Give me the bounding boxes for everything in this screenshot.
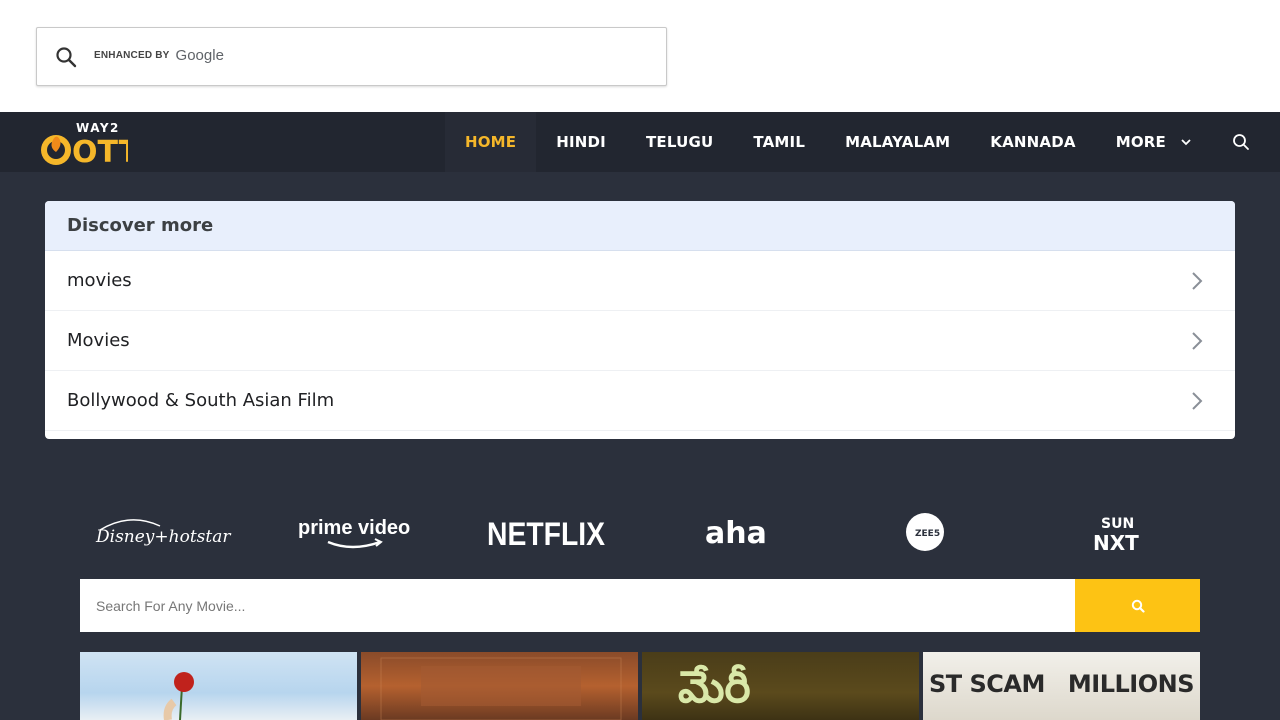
nav-label: HOME	[464, 133, 517, 151]
nav-item-telugu[interactable]: TELUGU	[626, 112, 733, 172]
nav-item-home[interactable]: HOME	[444, 112, 537, 172]
nav-item-hindi[interactable]: HINDI	[536, 112, 626, 172]
nav-label: HINDI	[556, 133, 606, 151]
chevron-right-icon	[1192, 331, 1203, 350]
main-navbar: WAY2 OTT HOME HINDI TELUGU TAMIL MALAYAL…	[0, 112, 1280, 172]
poster-headline: ST SCAM MILLIONS	[923, 670, 1200, 698]
discover-more-panel: Discover more movies Movies Bollywood & …	[45, 201, 1235, 439]
top-search-strip: ENHANCED BY Google	[0, 0, 1280, 112]
ott-platform-logos: Disney+hotstar prime video NETFLIX aha Z…	[70, 500, 1210, 564]
movie-poster[interactable]: మేరీ	[642, 652, 919, 720]
chevron-right-icon	[1192, 271, 1203, 290]
discover-more-title: Discover more	[45, 201, 1235, 251]
enhanced-by-google: ENHANCED BY Google	[94, 47, 224, 64]
poster-headline-right: MILLIONS	[1067, 670, 1195, 698]
aha-logo[interactable]: aha	[640, 500, 830, 564]
nav-search-button[interactable]	[1212, 112, 1270, 172]
zee5-logo[interactable]: ZEE5	[830, 500, 1020, 564]
aha-text: aha	[705, 516, 767, 551]
sun-text: SUN	[1101, 516, 1134, 532]
discover-item-label: movies	[67, 270, 132, 291]
netflix-logo[interactable]: NETFLIX	[450, 500, 640, 564]
netflix-text: NETFLIX	[487, 516, 606, 552]
discover-item[interactable]: movies	[45, 251, 1235, 311]
nav-label: MORE	[1115, 133, 1166, 151]
search-icon	[1131, 599, 1145, 613]
logo-big-text: OTT	[72, 135, 128, 166]
movie-search-bar	[80, 579, 1200, 632]
nav-label: TELUGU	[645, 133, 714, 151]
nav-label: KANNADA	[990, 133, 1076, 151]
google-wordmark: Google	[175, 47, 224, 64]
discover-item-label: Bollywood & South Asian Film	[67, 390, 335, 411]
sun-nxt-logo[interactable]: SUN NXT	[1020, 500, 1210, 564]
rose-image	[163, 672, 194, 720]
poster-art	[380, 657, 622, 720]
movie-poster[interactable]	[361, 652, 638, 720]
poster-headline-left: ST SCAM	[929, 670, 1045, 698]
disney-hotstar-logo[interactable]: Disney+hotstar	[70, 500, 260, 564]
nav-label: TAMIL	[753, 133, 806, 151]
nav-item-kannada[interactable]: KANNADA	[970, 112, 1095, 172]
search-icon[interactable]	[54, 45, 78, 69]
logo-small-text: WAY2	[76, 121, 120, 135]
nav-item-malayalam[interactable]: MALAYALAM	[825, 112, 970, 172]
discover-item[interactable]: Bollywood & South Asian Film	[45, 371, 1235, 431]
disney-hotstar-text: Disney+hotstar	[95, 527, 231, 547]
nav-item-more[interactable]: MORE	[1096, 112, 1212, 172]
zee5-text: ZEE5	[915, 529, 940, 539]
poster-title-text: మేరీ	[678, 662, 751, 713]
movie-search-button[interactable]	[1075, 579, 1200, 632]
nav-label: MALAYALAM	[845, 133, 951, 151]
prime-video-logo[interactable]: prime video	[260, 500, 450, 564]
search-icon	[1233, 134, 1249, 150]
nav-menu: HOME HINDI TELUGU TAMIL MALAYALAM KANNAD…	[444, 112, 1280, 172]
google-search-box[interactable]: ENHANCED BY Google	[36, 27, 667, 86]
chevron-right-icon	[1192, 391, 1203, 410]
movie-poster[interactable]	[80, 652, 357, 720]
nav-item-tamil[interactable]: TAMIL	[733, 112, 825, 172]
discover-item-label: Movies	[67, 330, 130, 351]
way2ott-logo[interactable]: WAY2 OTT	[38, 120, 128, 166]
prime-video-text: prime video	[298, 517, 410, 539]
movie-search-input[interactable]	[80, 579, 1075, 632]
nxt-text: NXT	[1093, 531, 1139, 554]
movie-poster-row: మేరీ ST SCAM MILLIONS	[80, 652, 1200, 720]
chevron-down-icon	[1181, 139, 1191, 146]
discover-item[interactable]: Movies	[45, 311, 1235, 371]
enhanced-by-label: ENHANCED BY	[94, 50, 170, 61]
movie-poster[interactable]: ST SCAM MILLIONS	[923, 652, 1200, 720]
